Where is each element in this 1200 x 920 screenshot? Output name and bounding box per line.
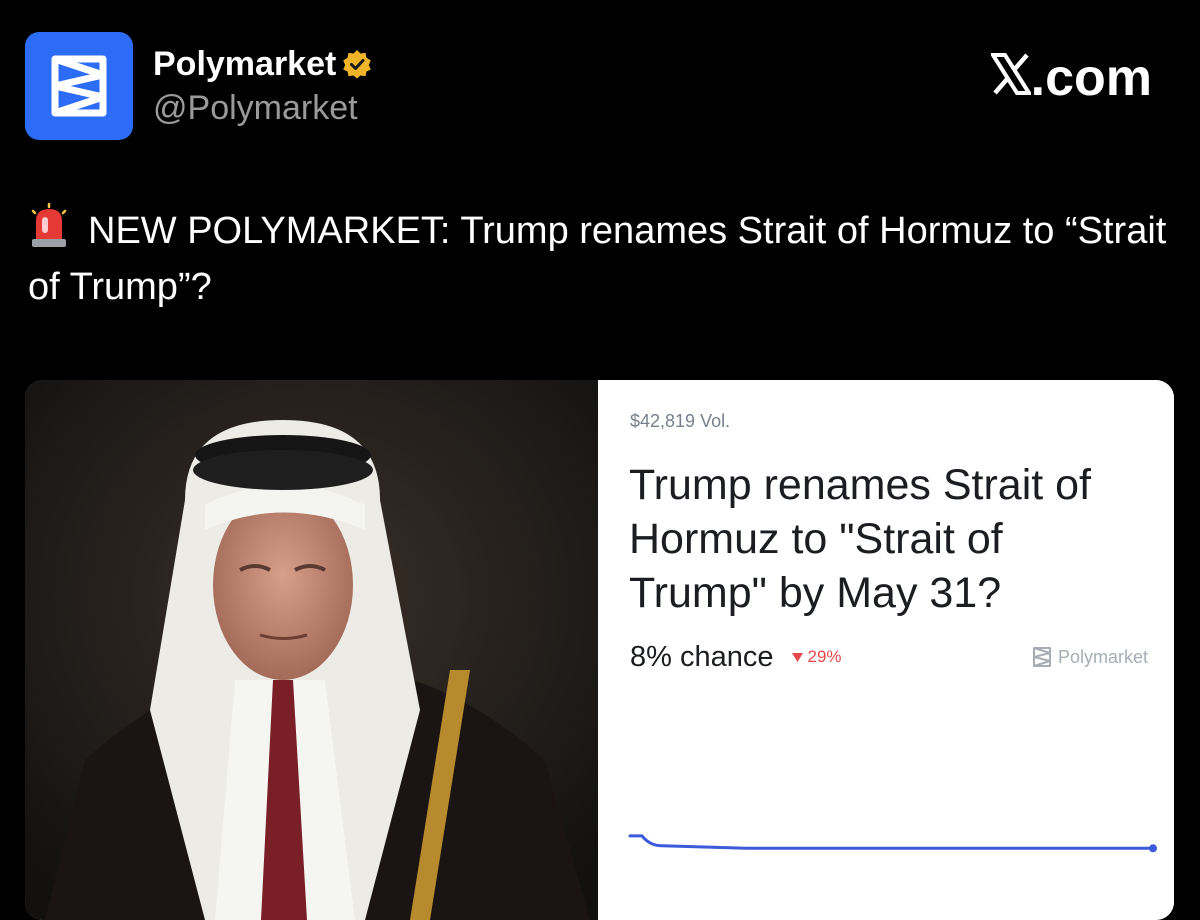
verified-badge-icon (343, 50, 372, 79)
chart-series-line (628, 834, 1155, 850)
x-com-label: .com (990, 49, 1152, 107)
market-photo (25, 380, 598, 920)
market-volume: $42,819 Vol. (630, 411, 731, 431)
author-handle[interactable]: @Polymarket (153, 88, 358, 128)
market-chance: 8% chance (630, 640, 774, 673)
polymarket-brand-text: Polymarket (1057, 646, 1148, 667)
polymarket-brand: Polymarket (1032, 646, 1148, 668)
author-display-name[interactable]: Polymarket (153, 44, 372, 84)
site-suffix: .com (1030, 49, 1152, 107)
rotating-light-icon (31, 203, 67, 247)
market-panel[interactable]: $42,819 Vol. Trump renames Strait of Hor… (600, 380, 1174, 920)
polymarket-small-logo-icon (1032, 647, 1051, 667)
market-card[interactable]: $42,819 Vol. Trump renames Strait of Hor… (25, 380, 1174, 920)
down-triangle-icon (791, 652, 803, 662)
post-body: NEW POLYMARKET: Trump renames Strait of … (28, 210, 1167, 308)
post-text: NEW POLYMARKET: Trump renames Strait of … (28, 203, 1178, 315)
probability-chart (628, 834, 1157, 853)
market-change: 29% (791, 647, 842, 667)
author-name-text[interactable]: Polymarket (153, 44, 336, 84)
polymarket-avatar[interactable] (25, 32, 133, 140)
polymarket-logo-icon (51, 55, 107, 117)
chart-endpoint (1149, 844, 1157, 853)
market-title[interactable]: Trump renames Strait of Hormuz to "Strai… (629, 458, 1149, 620)
market-change-value: 29% (807, 647, 842, 666)
x-logo-icon (990, 53, 1031, 95)
market-stats-row: 8% chance 29% Polymarket (630, 640, 1148, 674)
